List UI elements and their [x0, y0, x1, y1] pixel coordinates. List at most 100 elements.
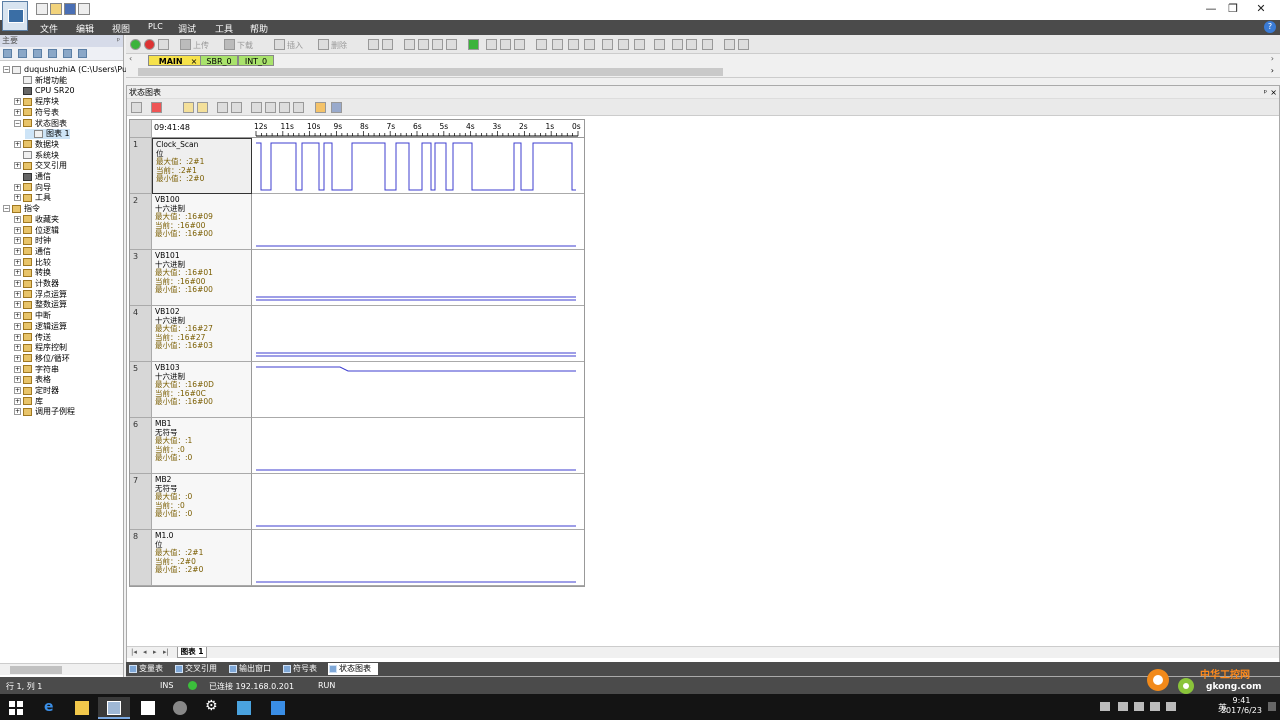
tab-int0[interactable]: INT_0 [238, 55, 274, 66]
next-page-icon[interactable]: ▸ [153, 648, 157, 656]
expand-icon[interactable]: + [14, 301, 21, 309]
chart-tool-icon[interactable] [293, 102, 304, 113]
network-icon[interactable] [1150, 702, 1160, 711]
toolbar-icon[interactable] [702, 39, 713, 50]
toolbar-icon[interactable] [724, 39, 735, 50]
chart-delete-icon[interactable] [151, 102, 162, 113]
chart-tool-icon[interactable] [265, 102, 276, 113]
expand-icon[interactable]: + [14, 237, 21, 245]
pin-icon[interactable]: ᵖ [117, 35, 120, 47]
upload-icon[interactable] [180, 39, 191, 50]
ladder-contact-icon[interactable] [584, 39, 595, 50]
toolbar-icon[interactable] [672, 39, 683, 50]
ladder-contact-icon[interactable] [552, 39, 563, 50]
expand-icon[interactable]: + [14, 280, 21, 287]
tree-item[interactable]: + 交叉引用 [14, 161, 67, 171]
tree-item[interactable]: + 调用子例程 [14, 407, 75, 417]
tree-item[interactable]: + 传送 [14, 333, 51, 343]
tray-clock[interactable]: 9:41 2017/6/23 [1221, 696, 1262, 716]
chart-tool-icon[interactable] [315, 102, 326, 113]
pencil-icon[interactable] [231, 102, 242, 113]
menu-edit[interactable]: 编辑 [76, 22, 94, 35]
taskbar-explorer[interactable] [66, 697, 98, 719]
chart-page-tab[interactable]: 图表 1 [177, 647, 207, 658]
row-number[interactable]: 7 [130, 474, 152, 530]
expand-icon[interactable]: + [14, 333, 21, 341]
row-number[interactable]: 2 [130, 194, 152, 250]
tree-item[interactable]: 系统块 [14, 151, 59, 161]
toolbar-icon[interactable] [432, 39, 443, 50]
expand-icon[interactable]: + [14, 312, 21, 320]
expand-icon[interactable]: + [14, 108, 21, 116]
menu-help[interactable]: 帮助 [250, 22, 268, 35]
tree-item[interactable]: − 指令 [3, 204, 40, 214]
tree-item[interactable]: + 收藏夹 [14, 215, 59, 225]
chart-tool-icon[interactable] [131, 102, 142, 113]
menu-plc[interactable]: PLC [148, 22, 163, 31]
toolbar-icon[interactable] [446, 39, 457, 50]
expand-icon[interactable]: + [14, 290, 21, 298]
tree-item[interactable]: + 程序块 [14, 97, 59, 107]
row-info[interactable]: VB102 十六进制 最大值：:16#27 当前：:16#27 最小值：:16#03 [152, 306, 252, 362]
row-number[interactable]: 3 [130, 250, 152, 306]
expand-icon[interactable]: + [14, 183, 21, 191]
tree-tool-icon[interactable] [48, 49, 57, 58]
toolbar-icon[interactable] [500, 39, 511, 50]
tab-scroll-left[interactable]: ‹ [129, 54, 132, 63]
row-number[interactable]: 6 [130, 418, 152, 474]
row-info[interactable]: VB101 十六进制 最大值：:16#01 当前：:16#00 最小值：:16#00 [152, 250, 252, 306]
tree-item[interactable]: + 浮点运算 [14, 290, 67, 300]
first-page-icon[interactable]: |◂ [131, 648, 137, 656]
taskbar-app[interactable] [228, 697, 260, 719]
menu-tools[interactable]: 工具 [215, 22, 233, 35]
tree-tool-icon[interactable] [18, 49, 27, 58]
insert-icon[interactable] [274, 39, 285, 50]
tree-item[interactable]: CPU SR20 [14, 86, 75, 96]
expand-icon[interactable]: + [14, 140, 21, 148]
tree-item[interactable]: 通信 [14, 172, 51, 182]
expand-icon[interactable]: + [14, 344, 21, 352]
tab-symbol-table[interactable]: 符号表 [282, 663, 326, 675]
row-number[interactable]: 5 [130, 362, 152, 418]
save-icon[interactable] [64, 3, 76, 15]
tab-scroll-right[interactable]: › [1271, 54, 1274, 63]
toolbar-icon[interactable] [468, 39, 479, 50]
maximize-button[interactable]: ❐ [1218, 0, 1248, 20]
tree-item[interactable]: + 表格 [14, 375, 51, 385]
tab-status-chart[interactable]: 状态图表 [328, 663, 378, 675]
menu-debug[interactable]: 调试 [178, 22, 196, 35]
toolbar-icon[interactable] [382, 39, 393, 50]
expand-icon[interactable]: + [14, 408, 21, 416]
tree-item[interactable]: + 向导 [14, 183, 51, 193]
tab-sbr0[interactable]: SBR_0 [200, 55, 238, 66]
tree-item[interactable]: + 数据块 [14, 140, 59, 150]
ladder-box-icon[interactable] [634, 39, 645, 50]
tab-output-window[interactable]: 输出窗口 [228, 663, 280, 675]
trend-view-icon[interactable] [183, 102, 194, 113]
tree-item[interactable]: + 中断 [14, 311, 51, 321]
tree-item[interactable]: + 字符串 [14, 365, 59, 375]
expand-icon[interactable]: + [14, 226, 21, 234]
expand-icon[interactable]: + [14, 376, 21, 384]
open-icon[interactable] [50, 3, 62, 15]
chart-tool-icon[interactable] [251, 102, 262, 113]
tree-item[interactable]: + 整数运算 [14, 300, 67, 310]
tree-item[interactable]: 新增功能 [14, 76, 67, 86]
tree-item[interactable]: − duqushuzhiA (C:\Users\Public [3, 65, 141, 75]
new-icon[interactable] [36, 3, 48, 15]
ladder-contact-icon[interactable] [568, 39, 579, 50]
download-icon[interactable] [224, 39, 235, 50]
row-info[interactable]: Clock_Scan 位最大值：:2#1 当前：:2#1 最小值：:2#0 [152, 138, 252, 194]
expand-icon[interactable]: + [14, 247, 21, 255]
toolbar-icon[interactable] [418, 39, 429, 50]
toolbar-icon[interactable] [654, 39, 665, 50]
tree-tool-icon[interactable] [63, 49, 72, 58]
tree-tool-icon[interactable] [33, 49, 42, 58]
row-number[interactable]: 8 [130, 530, 152, 586]
row-info[interactable]: VB103 十六进制 最大值：:16#0D 当前：:16#0C 最小值：:16#00 [152, 362, 252, 418]
tab-variable-table[interactable]: 变量表 [128, 663, 172, 675]
help-icon[interactable]: ? [1264, 21, 1276, 33]
tree-item[interactable]: + 逻辑运算 [14, 322, 67, 332]
tree-item[interactable]: − 状态图表 [14, 119, 67, 129]
taskbar-app[interactable] [164, 697, 196, 719]
